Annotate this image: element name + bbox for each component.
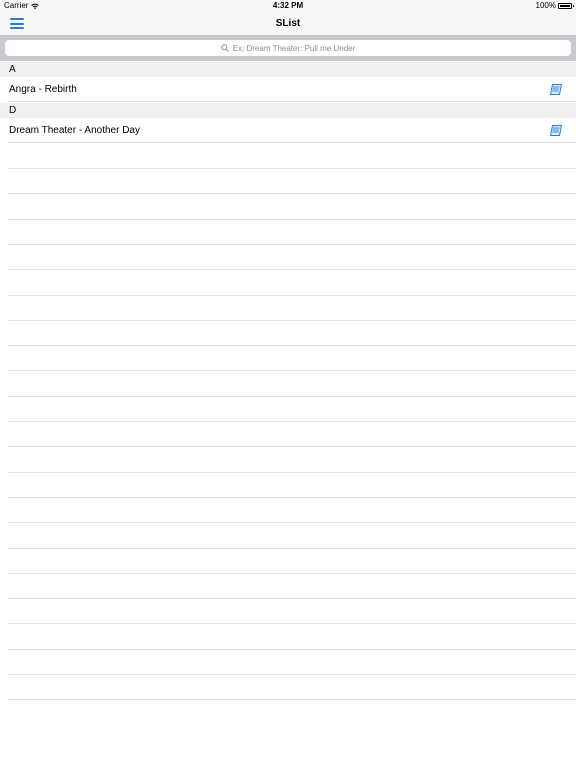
row-divider	[8, 168, 576, 169]
lyrics-sheet-icon[interactable]	[550, 125, 562, 136]
row-divider	[8, 421, 576, 422]
navigation-bar: SList	[0, 12, 576, 36]
list-item[interactable]: Angra - Rebirth	[0, 77, 576, 102]
search-icon	[221, 44, 229, 52]
search-input[interactable]: Ex; Dream Theater: Pull me Under	[5, 40, 571, 56]
row-divider	[8, 295, 576, 296]
app-screen: Carrier 4:32 PM 100% SList Ex; Dream The…	[0, 0, 576, 768]
row-divider	[8, 396, 576, 397]
list-item[interactable]: Dream Theater - Another Day	[0, 118, 576, 143]
row-divider	[8, 193, 576, 194]
row-divider	[8, 699, 576, 700]
row-divider	[8, 649, 576, 650]
battery-percent: 100%	[535, 1, 556, 10]
row-divider	[8, 522, 576, 523]
lyrics-sheet-icon[interactable]	[550, 84, 562, 95]
search-bar: Ex; Dream Theater: Pull me Under	[0, 36, 576, 61]
row-divider	[8, 219, 576, 220]
row-divider	[8, 101, 576, 102]
status-bar: Carrier 4:32 PM 100%	[0, 0, 576, 12]
row-divider	[8, 244, 576, 245]
row-divider	[8, 269, 576, 270]
row-divider	[8, 573, 576, 574]
status-right: 100%	[535, 0, 574, 12]
row-divider	[8, 370, 576, 371]
page-title: SList	[275, 18, 301, 29]
row-divider	[8, 598, 576, 599]
battery-icon	[558, 3, 574, 9]
section-header-d: D	[0, 103, 576, 118]
row-divider	[8, 674, 576, 675]
row-divider	[8, 497, 576, 498]
song-title: Angra - Rebirth	[9, 84, 77, 95]
row-divider	[8, 548, 576, 549]
song-title: Dream Theater - Another Day	[9, 125, 140, 136]
row-divider	[8, 446, 576, 447]
row-divider	[8, 320, 576, 321]
search-placeholder: Ex; Dream Theater: Pull me Under	[232, 43, 356, 53]
row-divider	[8, 345, 576, 346]
row-divider	[8, 472, 576, 473]
row-divider	[8, 142, 576, 143]
status-time: 4:32 PM	[272, 1, 304, 10]
section-header-a: A	[0, 62, 576, 77]
row-divider	[8, 623, 576, 624]
